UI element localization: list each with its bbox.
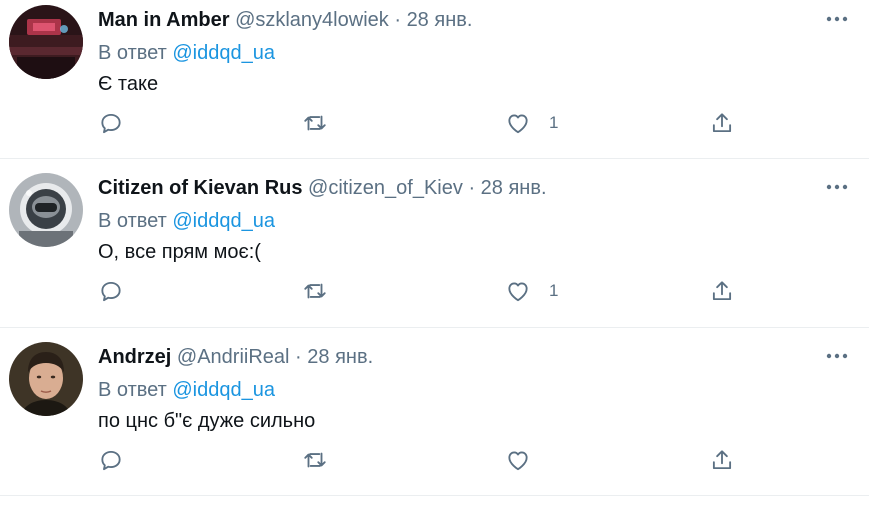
tweet-content: Man in Amber @szklany4lowiek · 28 янв. В… <box>98 7 859 98</box>
reply-context: В ответ @iddqd_ua <box>98 39 859 67</box>
tweet-actions: 1 <box>0 276 869 306</box>
share-button[interactable] <box>709 445 735 475</box>
more-icon[interactable] <box>825 175 849 199</box>
reply-button[interactable] <box>98 445 124 475</box>
tweet-text: Є таке <box>98 73 159 95</box>
share-button[interactable] <box>709 108 735 138</box>
retweet-button[interactable] <box>302 108 328 138</box>
retweet-button[interactable] <box>302 276 328 306</box>
mention-link[interactable]: @iddqd_ua <box>172 210 275 232</box>
tweet-text: О, все прям моє:( <box>98 241 261 263</box>
tweet-header: Andrzej @AndriiReal · 28 янв. <box>98 344 859 370</box>
tweet-date[interactable]: 28 янв. <box>307 346 373 368</box>
like-button[interactable]: 1 <box>505 108 558 138</box>
separator: · <box>468 177 476 199</box>
avatar[interactable] <box>9 342 83 416</box>
retweet-button[interactable] <box>302 445 328 475</box>
tweet-header: Citizen of Kievan Rus @citizen_of_Kiev ·… <box>98 175 859 201</box>
mention-link[interactable]: @iddqd_ua <box>172 379 275 401</box>
share-button[interactable] <box>709 276 735 306</box>
share-icon <box>712 281 732 301</box>
tweet-content: Andrzej @AndriiReal · 28 янв. В ответ @i… <box>98 344 859 435</box>
share-icon <box>712 450 732 470</box>
reply-feed: Man in Amber @szklany4lowiek · 28 янв. В… <box>0 0 869 496</box>
tweet[interactable]: Citizen of Kievan Rus @citizen_of_Kiev ·… <box>0 159 869 328</box>
heart-icon <box>508 451 528 471</box>
avatar[interactable] <box>9 173 83 247</box>
reply-context: В ответ @iddqd_ua <box>98 207 859 235</box>
tweet-date[interactable]: 28 янв. <box>407 9 473 31</box>
tweet-date[interactable]: 28 янв. <box>481 177 547 199</box>
reply-button[interactable] <box>98 108 124 138</box>
reply-prefix: В ответ <box>98 42 167 64</box>
more-icon[interactable] <box>825 344 849 368</box>
reply-prefix: В ответ <box>98 379 167 401</box>
author-name[interactable]: Citizen of Kievan Rus <box>98 177 302 199</box>
tweet[interactable]: Man in Amber @szklany4lowiek · 28 янв. В… <box>0 0 869 159</box>
tweet-content: Citizen of Kievan Rus @citizen_of_Kiev ·… <box>98 175 859 266</box>
retweet-icon <box>304 452 326 468</box>
reply-prefix: В ответ <box>98 210 167 232</box>
like-count: 1 <box>549 113 559 132</box>
author-name[interactable]: Andrzej <box>98 346 171 368</box>
heart-icon <box>508 282 528 302</box>
like-count: 1 <box>549 281 559 300</box>
reply-icon <box>101 450 121 471</box>
retweet-icon <box>304 283 326 299</box>
author-handle[interactable]: @citizen_of_Kiev <box>308 177 463 199</box>
like-button[interactable] <box>505 445 549 475</box>
reply-button[interactable] <box>98 276 124 306</box>
reply-context: В ответ @iddqd_ua <box>98 376 859 404</box>
more-icon[interactable] <box>825 7 849 31</box>
tweet-actions <box>0 445 869 475</box>
separator: · <box>394 9 401 31</box>
tweet-actions: 1 <box>0 108 869 138</box>
author-handle[interactable]: @AndriiReal <box>177 346 290 368</box>
like-button[interactable]: 1 <box>505 276 558 306</box>
author-handle[interactable]: @szklany4lowiek <box>235 9 389 31</box>
reply-icon <box>101 281 121 302</box>
reply-icon <box>101 113 121 134</box>
tweet-header: Man in Amber @szklany4lowiek · 28 янв. <box>98 7 859 33</box>
heart-icon <box>508 114 528 134</box>
mention-link[interactable]: @iddqd_ua <box>172 42 275 64</box>
share-icon <box>712 113 732 133</box>
separator: · <box>295 346 302 368</box>
author-name[interactable]: Man in Amber <box>98 9 230 31</box>
avatar[interactable] <box>9 5 83 79</box>
retweet-icon <box>304 115 326 131</box>
tweet[interactable]: Andrzej @AndriiReal · 28 янв. В ответ @i… <box>0 328 869 496</box>
tweet-text: по цнс б"є дуже сильно <box>98 410 316 432</box>
